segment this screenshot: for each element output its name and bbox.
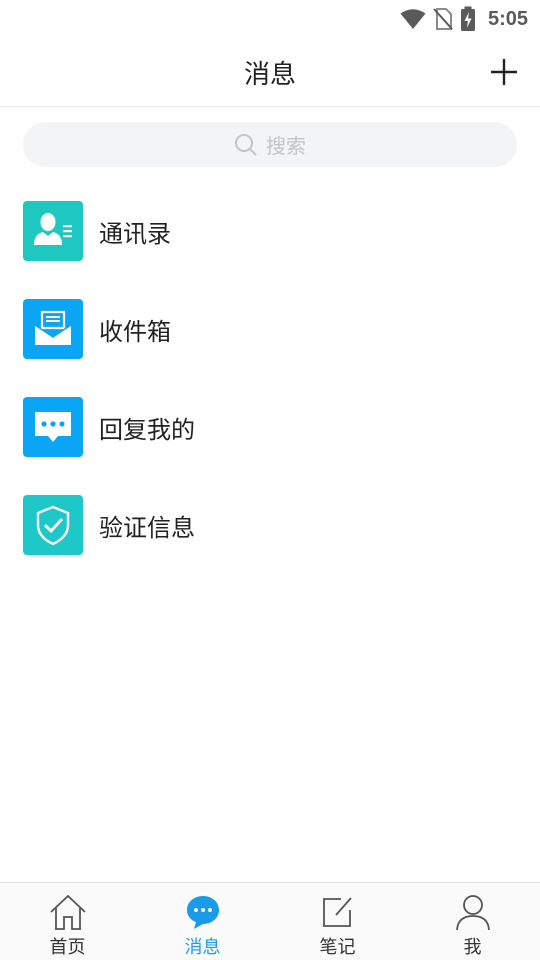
menu-item-replies[interactable]: 回复我的 (0, 384, 540, 482)
chat-bubble-icon (23, 397, 83, 457)
menu-item-label: 收件箱 (99, 317, 171, 346)
shield-check-icon (23, 495, 83, 555)
page-title: 消息 (243, 60, 296, 90)
wifi-icon (400, 9, 426, 29)
bottom-tab-bar: 首页 消息 笔记 我 (0, 882, 540, 960)
menu-list: 通讯录 收件箱 回复我的 验证信息 (0, 188, 540, 580)
tab-messages[interactable]: 消息 (135, 883, 270, 960)
edit-note-icon (322, 897, 352, 927)
search-icon (235, 133, 257, 156)
tab-notes[interactable]: 笔记 (270, 883, 405, 960)
no-sim-icon (433, 8, 453, 30)
search-input[interactable]: 搜索 (23, 122, 517, 167)
tab-home[interactable]: 首页 (0, 883, 135, 960)
menu-item-verification[interactable]: 验证信息 (0, 482, 540, 580)
menu-item-contacts[interactable]: 通讯录 (0, 188, 540, 286)
menu-item-inbox[interactable]: 收件箱 (0, 286, 540, 384)
add-button[interactable] (488, 56, 520, 88)
plus-icon (491, 59, 517, 85)
battery-charging-icon (460, 6, 475, 31)
tab-label: 首页 (49, 937, 86, 958)
status-bar: 5:05 (0, 0, 540, 38)
menu-item-label: 通讯录 (99, 219, 171, 248)
contacts-icon (23, 201, 83, 261)
tab-me[interactable]: 我 (405, 883, 540, 960)
tab-label: 笔记 (319, 937, 356, 958)
tab-label: 我 (463, 937, 482, 958)
inbox-icon (23, 299, 83, 359)
person-icon (455, 895, 490, 931)
menu-item-label: 验证信息 (99, 513, 195, 542)
header: 消息 (0, 38, 540, 107)
search-placeholder: 搜索 (266, 134, 306, 158)
message-icon (186, 896, 219, 929)
menu-item-label: 回复我的 (99, 415, 195, 444)
home-icon (49, 894, 86, 930)
tab-label: 消息 (184, 937, 221, 958)
status-time: 5:05 (487, 7, 528, 30)
